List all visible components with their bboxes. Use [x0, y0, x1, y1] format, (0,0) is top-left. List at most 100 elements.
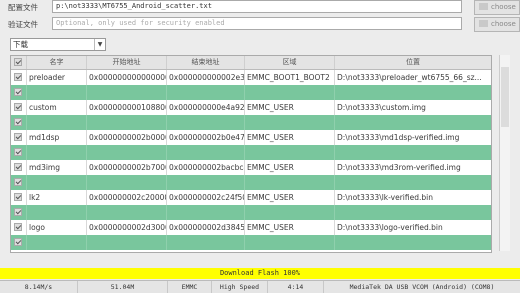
status-storage: EMMC [168, 281, 212, 293]
cell-start: 0x0000000001088000 [87, 100, 167, 115]
table-row[interactable] [11, 145, 491, 160]
cell-start [87, 85, 167, 100]
cell-name [27, 145, 87, 160]
header-checkbox[interactable] [11, 56, 27, 69]
table-row[interactable]: lk2 0x000000002c200000 0x000000002c24f50f E… [11, 190, 491, 205]
cell-name [27, 235, 87, 250]
cell-name: md3img [27, 160, 87, 175]
row-checkbox-cell[interactable] [11, 70, 27, 85]
scatter-file-row: 配置文件 p:\not3333\MT6755_Android_scatter.t… [8, 0, 520, 15]
table-row[interactable] [11, 205, 491, 220]
cell-region: EMMC_BOOT1_BOOT2 [245, 70, 335, 85]
cell-location [335, 175, 491, 190]
row-checkbox[interactable] [14, 133, 22, 141]
cell-region: EMMC_USER [245, 100, 335, 115]
header-start[interactable]: 开始地址 [87, 56, 167, 69]
cell-location: D:\not3333\custom.img [337, 103, 426, 112]
folder-icon [479, 3, 488, 10]
row-checkbox[interactable] [14, 193, 22, 201]
header-name[interactable]: 名字 [27, 56, 87, 69]
table-row[interactable] [11, 85, 491, 100]
cell-end [167, 85, 245, 100]
auth-file-input[interactable]: Optional, only used for security enabled [52, 17, 462, 30]
cell-name [27, 175, 87, 190]
cell-name: md1dsp [27, 130, 87, 145]
row-checkbox-cell[interactable] [11, 145, 27, 160]
row-checkbox[interactable] [14, 163, 22, 171]
scatter-file-input[interactable]: p:\not3333\MT6755_Android_scatter.txt [52, 0, 462, 13]
cell-start [87, 175, 167, 190]
row-checkbox-cell[interactable] [11, 115, 27, 130]
cell-name: custom [27, 100, 87, 115]
header-region[interactable]: 区域 [245, 56, 335, 69]
cell-region: EMMC_USER [245, 130, 335, 145]
row-checkbox[interactable] [14, 208, 22, 216]
row-checkbox[interactable] [14, 238, 22, 246]
table-row[interactable] [11, 175, 491, 190]
auth-file-row: 验证文件 Optional, only used for security en… [8, 17, 520, 32]
row-checkbox-cell[interactable] [11, 235, 27, 250]
cell-end: 0x000000002c24f50f [167, 190, 245, 205]
row-checkbox[interactable] [14, 88, 22, 96]
status-size: 51.04M [78, 281, 168, 293]
cell-location: D:\not3333\preloader_wt6755_66_sz... [337, 73, 482, 82]
row-checkbox-cell[interactable] [11, 130, 27, 145]
row-checkbox-cell[interactable] [11, 205, 27, 220]
cell-region [245, 145, 335, 160]
row-checkbox[interactable] [14, 223, 22, 231]
cell-start [87, 205, 167, 220]
cell-region [245, 115, 335, 130]
cell-name [27, 115, 87, 130]
chevron-down-icon[interactable]: ▼ [94, 39, 105, 50]
table-row[interactable]: logo0x0000000002d3000000x000000002d3845c… [11, 220, 491, 235]
status-usb-speed: High Speed [212, 281, 268, 293]
scatter-file-label: 配置文件 [8, 3, 38, 12]
cell-name: lk2 [27, 190, 87, 205]
header-end[interactable]: 结束地址 [167, 56, 245, 69]
row-checkbox-cell[interactable] [11, 85, 27, 100]
scrollbar-thumb[interactable] [501, 67, 509, 127]
download-mode-select[interactable]: 下载 ▼ [10, 38, 106, 51]
cell-location: D:\not3333\lk-verified.bin [337, 193, 433, 202]
row-checkbox[interactable] [14, 178, 22, 186]
cell-region [245, 85, 335, 100]
table-header: 名字 开始地址 结束地址 区域 位置 [11, 56, 491, 70]
partition-table: 名字 开始地址 结束地址 区域 位置 preloader 0x0000000000… [10, 55, 492, 253]
cell-start [87, 115, 167, 130]
row-checkbox[interactable] [14, 103, 22, 111]
row-checkbox-cell[interactable] [11, 175, 27, 190]
cell-region [245, 175, 335, 190]
cell-name: logo [27, 220, 87, 235]
scatter-choose-button[interactable]: choose [474, 0, 520, 15]
table-row[interactable] [11, 115, 491, 130]
cell-name [27, 205, 87, 220]
cell-region: EMMC_USER [245, 220, 335, 235]
row-checkbox-cell[interactable] [11, 220, 27, 235]
table-row[interactable]: md1dsp0x0000000002b0000000x000000002b0e4… [11, 130, 491, 145]
cell-location: D:\not3333\logo-verified.bin [337, 223, 443, 232]
row-checkbox[interactable] [14, 118, 22, 126]
cell-end: 0x000000000002e3cf [167, 70, 245, 85]
row-checkbox[interactable] [14, 148, 22, 156]
auth-choose-button[interactable]: choose [474, 17, 520, 32]
header-location[interactable]: 位置 [335, 56, 491, 69]
cell-region: EMMC_USER [245, 160, 335, 175]
table-row[interactable]: custom 0x0000000001088000 0x000000000e4a92… [11, 100, 491, 115]
row-checkbox-cell[interactable] [11, 160, 27, 175]
cell-region [245, 235, 335, 250]
row-checkbox[interactable] [14, 73, 22, 81]
cell-name [27, 85, 87, 100]
table-row[interactable]: md3img0x0000000002b7000000x000000002bacb… [11, 160, 491, 175]
cell-end: 0x000000002d3845cf [167, 220, 245, 235]
row-checkbox-cell[interactable] [11, 100, 27, 115]
auth-file-label: 验证文件 [8, 20, 38, 29]
table-row[interactable]: preloader 0x0000000000000000 0x00000000000… [11, 70, 491, 85]
status-bar: 8.14M/s 51.04M EMMC High Speed 4:14 Medi… [0, 280, 520, 293]
cell-location: D:\not3333\md1dsp-verified.img [337, 133, 460, 142]
table-scrollbar[interactable] [499, 55, 510, 251]
cell-start [87, 235, 167, 250]
table-row[interactable] [11, 235, 491, 250]
row-checkbox-cell[interactable] [11, 190, 27, 205]
cell-end [167, 175, 245, 190]
cell-location: D:\not3333\md3rom-verified.img [337, 163, 461, 172]
